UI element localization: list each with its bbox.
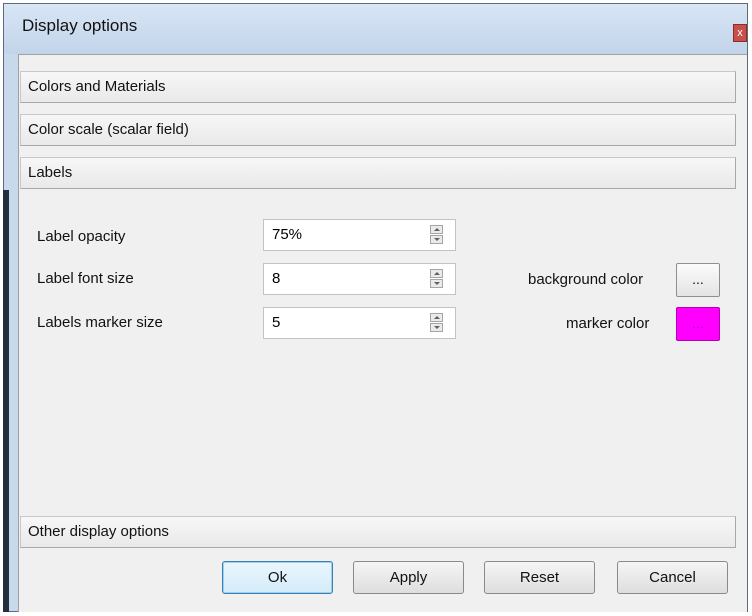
label-font-size-label: Label font size bbox=[37, 270, 134, 287]
label-opacity-label: Label opacity bbox=[37, 228, 126, 245]
labels-marker-size-spinbox[interactable]: 5 bbox=[263, 307, 456, 339]
label-opacity-spinbox[interactable]: 75% bbox=[263, 219, 456, 251]
title-bar[interactable]: Display options x bbox=[4, 4, 747, 54]
spin-up-icon[interactable] bbox=[430, 269, 443, 278]
section-colors-and-materials[interactable]: Colors and Materials bbox=[20, 71, 736, 103]
labels-marker-size-label: Labels marker size bbox=[37, 314, 163, 331]
background-color-label: background color bbox=[528, 271, 644, 288]
ok-button[interactable]: Ok bbox=[222, 561, 333, 594]
labels-marker-size-value[interactable]: 5 bbox=[272, 314, 280, 331]
section-other-display-options[interactable]: Other display options bbox=[20, 516, 736, 548]
label-opacity-value[interactable]: 75% bbox=[272, 226, 302, 243]
spin-buttons bbox=[430, 225, 443, 245]
background-color-button[interactable]: ... bbox=[676, 263, 720, 297]
marker-color-label: marker color bbox=[566, 315, 650, 332]
cancel-button[interactable]: Cancel bbox=[617, 561, 728, 594]
close-icon[interactable]: x bbox=[733, 24, 747, 42]
spin-down-icon[interactable] bbox=[430, 279, 443, 288]
apply-button[interactable]: Apply bbox=[353, 561, 464, 594]
section-color-scale[interactable]: Color scale (scalar field) bbox=[20, 114, 736, 146]
spin-down-icon[interactable] bbox=[430, 235, 443, 244]
section-labels[interactable]: Labels bbox=[20, 157, 736, 189]
reset-button[interactable]: Reset bbox=[484, 561, 595, 594]
label-font-size-value[interactable]: 8 bbox=[272, 270, 280, 287]
window-left-edge bbox=[3, 190, 9, 612]
marker-color-button[interactable]: ... bbox=[676, 307, 720, 341]
spin-buttons bbox=[430, 269, 443, 289]
label-font-size-spinbox[interactable]: 8 bbox=[263, 263, 456, 295]
spin-down-icon[interactable] bbox=[430, 323, 443, 332]
spin-buttons bbox=[430, 313, 443, 333]
window-title: Display options bbox=[22, 16, 138, 35]
spin-up-icon[interactable] bbox=[430, 313, 443, 322]
spin-up-icon[interactable] bbox=[430, 225, 443, 234]
